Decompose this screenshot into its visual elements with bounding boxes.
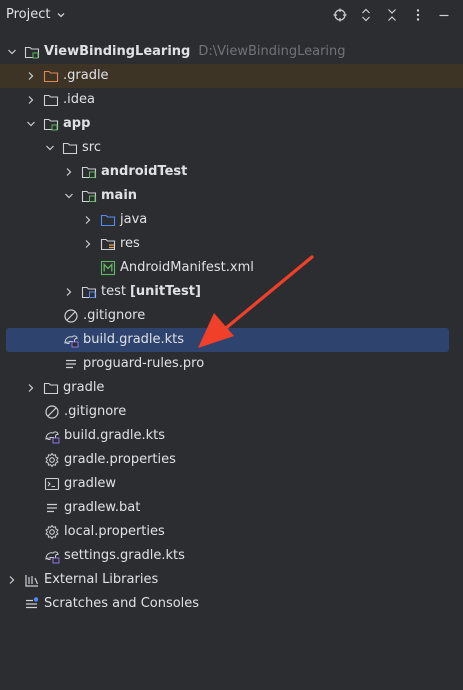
res-folder-icon xyxy=(100,236,116,252)
tree-item-idea[interactable]: .idea xyxy=(0,88,463,112)
chevron-down-icon xyxy=(56,10,66,20)
tree-item-gradlew-bat[interactable]: gradlew.bat xyxy=(0,496,463,520)
test-folder-icon xyxy=(81,164,97,180)
chevron-down-icon[interactable] xyxy=(44,142,56,154)
project-view-selector[interactable]: Project xyxy=(6,7,66,22)
manifest-icon xyxy=(100,260,116,276)
expand-all-icon[interactable] xyxy=(359,7,373,23)
module-folder-icon xyxy=(43,116,59,132)
minimize-icon[interactable] xyxy=(437,7,451,23)
tree-item-androidmanifest[interactable]: AndroidManifest.xml xyxy=(0,256,463,280)
libraries-icon xyxy=(24,572,40,588)
chevron-right-icon[interactable] xyxy=(6,574,18,586)
chevron-right-icon[interactable] xyxy=(63,286,75,298)
tree-item-label: .gitignore xyxy=(64,404,127,419)
tree-item-label: gradle xyxy=(63,380,105,395)
project-path: D:\ViewBindingLearing xyxy=(198,44,346,59)
tree-item-label: res xyxy=(120,236,140,251)
collapse-all-icon[interactable] xyxy=(385,7,399,23)
panel-header: Project xyxy=(0,0,463,32)
folder-icon xyxy=(43,92,59,108)
tree-item-src[interactable]: src xyxy=(0,136,463,160)
tree-item-label: local.properties xyxy=(64,524,165,539)
chevron-right-icon[interactable] xyxy=(25,94,37,106)
text-file-icon xyxy=(63,356,79,372)
folder-orange-icon xyxy=(43,68,59,84)
tree-item-label: gradlew.bat xyxy=(64,500,141,515)
chevron-right-icon[interactable] xyxy=(82,238,94,250)
chevron-down-icon[interactable] xyxy=(63,190,75,202)
chevron-right-icon[interactable] xyxy=(25,382,37,394)
settings-gear-icon xyxy=(44,524,60,540)
folder-icon xyxy=(62,140,78,156)
tree-item-java[interactable]: java xyxy=(0,208,463,232)
tree-item-main[interactable]: main xyxy=(0,184,463,208)
tree-item-label: AndroidManifest.xml xyxy=(120,260,254,275)
text-file-icon xyxy=(44,500,60,516)
chevron-down-icon[interactable] xyxy=(6,46,18,58)
tree-item-local-properties[interactable]: local.properties xyxy=(0,520,463,544)
more-icon[interactable] xyxy=(411,7,425,23)
tree-item-external-libraries[interactable]: External Libraries xyxy=(0,568,463,592)
chevron-down-icon[interactable] xyxy=(25,118,37,130)
tree-item-proguard-rules[interactable]: proguard-rules.pro xyxy=(0,352,463,376)
panel-title: Project xyxy=(6,7,51,22)
tree-item-label: androidTest xyxy=(101,164,188,179)
tree-item-label: .idea xyxy=(63,92,95,107)
tree-item-label: build.gradle.kts xyxy=(64,428,166,443)
source-folder-icon xyxy=(81,188,97,204)
tree-item-settings-gradle-kts[interactable]: settings.gradle.kts xyxy=(0,544,463,568)
tree-item-app[interactable]: app xyxy=(0,112,463,136)
tree-item-label: app xyxy=(63,116,91,131)
folder-icon xyxy=(43,380,59,396)
tree-item-gradlew[interactable]: gradlew xyxy=(0,472,463,496)
tree-item-label: .gitignore xyxy=(83,308,146,323)
tree-item-label: build.gradle.kts xyxy=(83,332,185,347)
chevron-right-icon[interactable] xyxy=(82,214,94,226)
tree-item-label: main xyxy=(101,188,138,203)
tree-item-label: src xyxy=(82,140,101,155)
tree-item-root-build-gradle-kts[interactable]: build.gradle.kts xyxy=(0,424,463,448)
tree-item-label: .gradle xyxy=(63,68,109,83)
ignore-icon xyxy=(44,404,60,420)
folder-blue-icon xyxy=(100,212,116,228)
tree-item-gradle-folder[interactable]: gradle xyxy=(0,376,463,400)
tree-item-label: test xyxy=(101,284,126,299)
terminal-icon xyxy=(44,476,60,492)
chevron-right-icon[interactable] xyxy=(63,166,75,178)
gradle-kts-icon xyxy=(44,428,60,444)
tree-item-gradle-dir[interactable]: .gradle xyxy=(0,64,463,88)
tree-item-label: gradle.properties xyxy=(64,452,176,467)
scratches-icon xyxy=(24,596,40,612)
tree-item-label: gradlew xyxy=(64,476,117,491)
tree-item-app-build-gradle-kts[interactable]: build.gradle.kts xyxy=(6,328,449,352)
tree-item-root-gitignore[interactable]: .gitignore xyxy=(0,400,463,424)
tree-item-res[interactable]: res xyxy=(0,232,463,256)
gradle-kts-icon xyxy=(44,548,60,564)
chevron-right-icon[interactable] xyxy=(25,70,37,82)
tree-item-label: ViewBindingLearing xyxy=(44,44,191,59)
tree-item-app-gitignore[interactable]: .gitignore xyxy=(0,304,463,328)
tree-item-label: Scratches and Consoles xyxy=(44,596,200,611)
locate-icon[interactable] xyxy=(333,7,347,23)
tree-item-label: External Libraries xyxy=(44,572,159,587)
tree-item-gradle-properties[interactable]: gradle.properties xyxy=(0,448,463,472)
tree-item-scratches-consoles[interactable]: Scratches and Consoles xyxy=(0,592,463,616)
tree-item-viewbindinglearing[interactable]: ViewBindingLearing D:\ViewBindingLearing xyxy=(0,40,463,64)
tree-item-suffix: [unitTest] xyxy=(129,284,201,299)
module-folder-icon xyxy=(24,44,40,60)
settings-gear-icon xyxy=(44,452,60,468)
tree-item-label: proguard-rules.pro xyxy=(83,356,205,371)
tree-item-androidtest[interactable]: androidTest xyxy=(0,160,463,184)
tree-item-label: java xyxy=(120,212,148,227)
test-folder-icon xyxy=(81,284,97,300)
gradle-kts-icon xyxy=(63,332,79,348)
project-panel: Project ViewBindingLearing D:\ViewBindin… xyxy=(0,0,463,690)
project-tree: ViewBindingLearing D:\ViewBindingLearing… xyxy=(0,40,463,616)
tree-item-label: settings.gradle.kts xyxy=(64,548,185,563)
ignore-icon xyxy=(63,308,79,324)
tree-item-test[interactable]: test [unitTest] xyxy=(0,280,463,304)
